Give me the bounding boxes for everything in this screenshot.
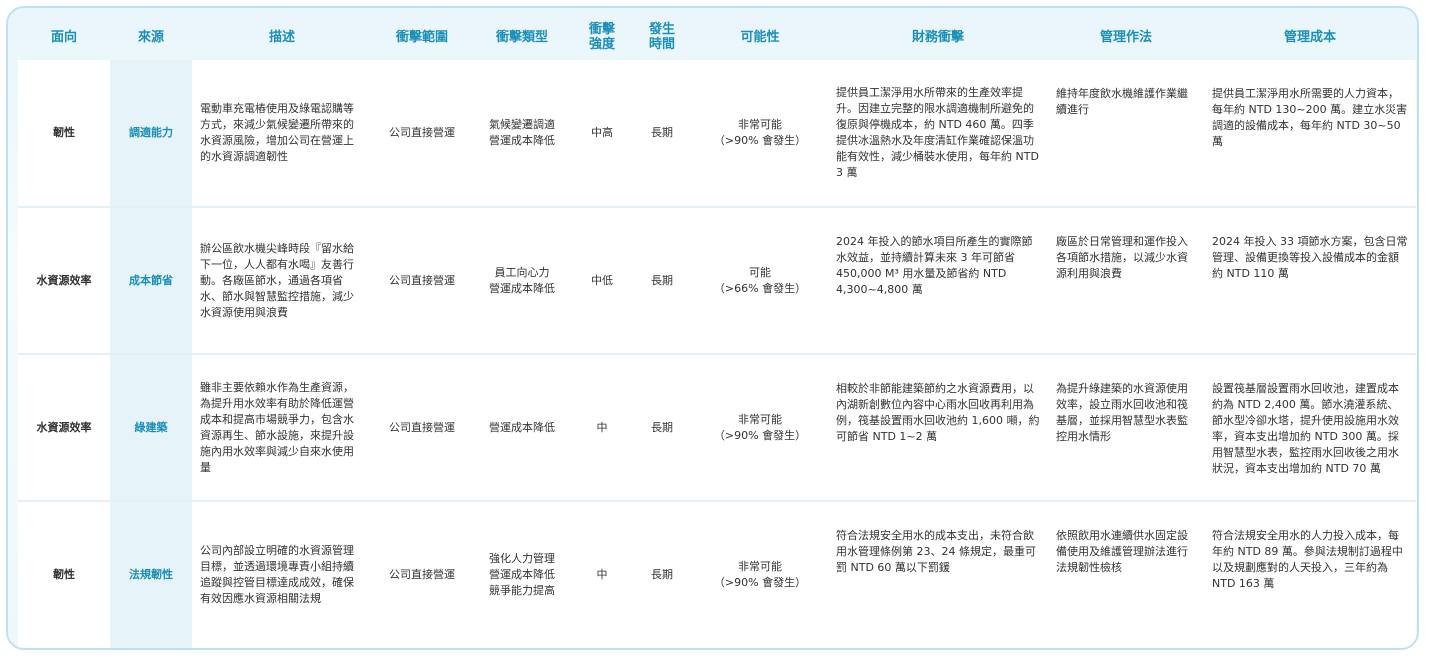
cell-practice: 為提升綠建築的水資源使用效率，設立雨水回收池和筏基層，並採用智慧型水表監控用水情…	[1048, 354, 1204, 502]
cell-source: 調適能力	[110, 60, 192, 208]
water-risk-table: 面向 來源 描述 衝擊範圍 衝擊類型 衝擊 強度 發生 時間 可能性 財務衝擊 …	[18, 14, 1416, 648]
cell-likelihood: 非常可能 （>90% 會發生）	[692, 354, 828, 502]
cell-description: 辦公區飲水機尖峰時段『留水給下一位，人人都有水喝』友善行動。各廠區節水，通過各項…	[192, 207, 372, 355]
table-row: 水資源效率 成本節省 辦公區飲水機尖峰時段『留水給下一位，人人都有水喝』友善行動…	[18, 207, 1416, 355]
cell-scope: 公司直接營運	[372, 60, 472, 208]
table-row: 韌性 調適能力 電動車充電樁使用及綠電認購等方式，來減少氣候變遷所帶來的水資源風…	[18, 60, 1416, 208]
header-practice: 管理作法	[1099, 29, 1152, 45]
cell-timing: 長期	[632, 501, 692, 648]
cell-likelihood: 非常可能 （>90% 會發生）	[692, 501, 828, 648]
cell-practice: 廠區於日常管理和運作投入各項節水措施，以減少水資源利用與浪費	[1048, 207, 1204, 355]
cell-facet: 水資源效率	[18, 354, 110, 502]
cell-type: 氣候變遷調適 營運成本降低	[472, 60, 572, 208]
cell-cost: 符合法規安全用水的人力投入成本，每年約 NTD 89 萬。參與法規制訂過程中以及…	[1204, 501, 1416, 648]
cell-cost: 2024 年投入 33 項節水方案，包含日常管理、設備更換等投入設備成本的金額約…	[1204, 207, 1416, 355]
header-cost: 管理成本	[1283, 29, 1336, 45]
cell-intensity: 中	[572, 354, 632, 502]
header-row: 面向 來源 描述 衝擊範圍 衝擊類型 衝擊 強度 發生 時間 可能性 財務衝擊 …	[18, 14, 1416, 60]
cell-source: 成本節省	[110, 207, 192, 355]
cell-source: 法規韌性	[110, 501, 192, 648]
cell-description: 雖非主要依賴水作為生產資源，為提升用水效率有助於降低運營成本和提高市場競爭力，包…	[192, 354, 372, 502]
cell-financial: 2024 年投入的節水項目所產生的實際節水效益，並持續計算未來 3 年可節省 4…	[828, 207, 1048, 355]
cell-type: 營運成本降低	[472, 354, 572, 502]
cell-scope: 公司直接營運	[372, 501, 472, 648]
cell-intensity: 中	[572, 501, 632, 648]
cell-timing: 長期	[632, 354, 692, 502]
cell-practice: 維持年度飲水機維護作業繼續進行	[1048, 60, 1204, 208]
cell-description: 公司內部設立明確的水資源管理目標，並透過環境專責小組持續追蹤與控管目標達成成效，…	[192, 501, 372, 648]
cell-facet: 水資源效率	[18, 207, 110, 355]
cell-description: 電動車充電樁使用及綠電認購等方式，來減少氣候變遷所帶來的水資源風險，增加公司在營…	[192, 60, 372, 208]
cell-timing: 長期	[632, 207, 692, 355]
header-scope: 衝擊範圍	[395, 29, 448, 45]
header-financial: 財務衝擊	[911, 29, 964, 45]
header-source: 來源	[137, 29, 164, 45]
cell-facet: 韌性	[18, 60, 110, 208]
table-row: 韌性 法規韌性 公司內部設立明確的水資源管理目標，並透過環境專責小組持續追蹤與控…	[18, 501, 1416, 648]
cell-source: 綠建築	[110, 354, 192, 502]
header-likelihood: 可能性	[740, 29, 780, 45]
cell-facet: 韌性	[18, 501, 110, 648]
header-timing: 發生 時間	[648, 22, 675, 52]
cell-scope: 公司直接營運	[372, 354, 472, 502]
cell-scope: 公司直接營運	[372, 207, 472, 355]
table-row: 水資源效率 綠建築 雖非主要依賴水作為生產資源，為提升用水效率有助於降低運營成本…	[18, 354, 1416, 502]
header-intensity: 衝擊 強度	[588, 22, 615, 52]
cell-practice: 依照飲用水連續供水固定設備使用及維護管理辦法進行法規韌性檢核	[1048, 501, 1204, 648]
cell-cost: 設置筏基層設置雨水回收池，建置成本約為 NTD 2,400 萬。節水澆灌系統、節…	[1204, 354, 1416, 502]
header-facet: 面向	[50, 29, 77, 45]
cell-type: 強化人力管理 營運成本降低 競爭能力提高	[472, 501, 572, 648]
cell-cost: 提供員工潔淨用水所需要的人力資本，每年約 NTD 130~200 萬。建立水災害…	[1204, 60, 1416, 208]
header-type: 衝擊類型	[495, 29, 548, 45]
cell-financial: 符合法規安全用水的成本支出，未符合飲用水管理條例第 23、24 條規定，最重可罰…	[828, 501, 1048, 648]
cell-financial: 提供員工潔淨用水所帶來的生產效率提升。因建立完整的限水調適機制所避免的復原與停機…	[828, 60, 1048, 208]
cell-intensity: 中高	[572, 60, 632, 208]
cell-intensity: 中低	[572, 207, 632, 355]
cell-type: 員工向心力 營運成本降低	[472, 207, 572, 355]
cell-timing: 長期	[632, 60, 692, 208]
cell-likelihood: 非常可能 （>90% 會發生）	[692, 60, 828, 208]
header-description: 描述	[268, 29, 295, 45]
cell-financial: 相較於非節能建築節約之水資源費用，以內湖新創數位內容中心雨水回收再利用為例，筏基…	[828, 354, 1048, 502]
cell-likelihood: 可能 （>66% 會發生）	[692, 207, 828, 355]
table-frame: 面向 來源 描述 衝擊範圍 衝擊類型 衝擊 強度 發生 時間 可能性 財務衝擊 …	[6, 6, 1419, 650]
